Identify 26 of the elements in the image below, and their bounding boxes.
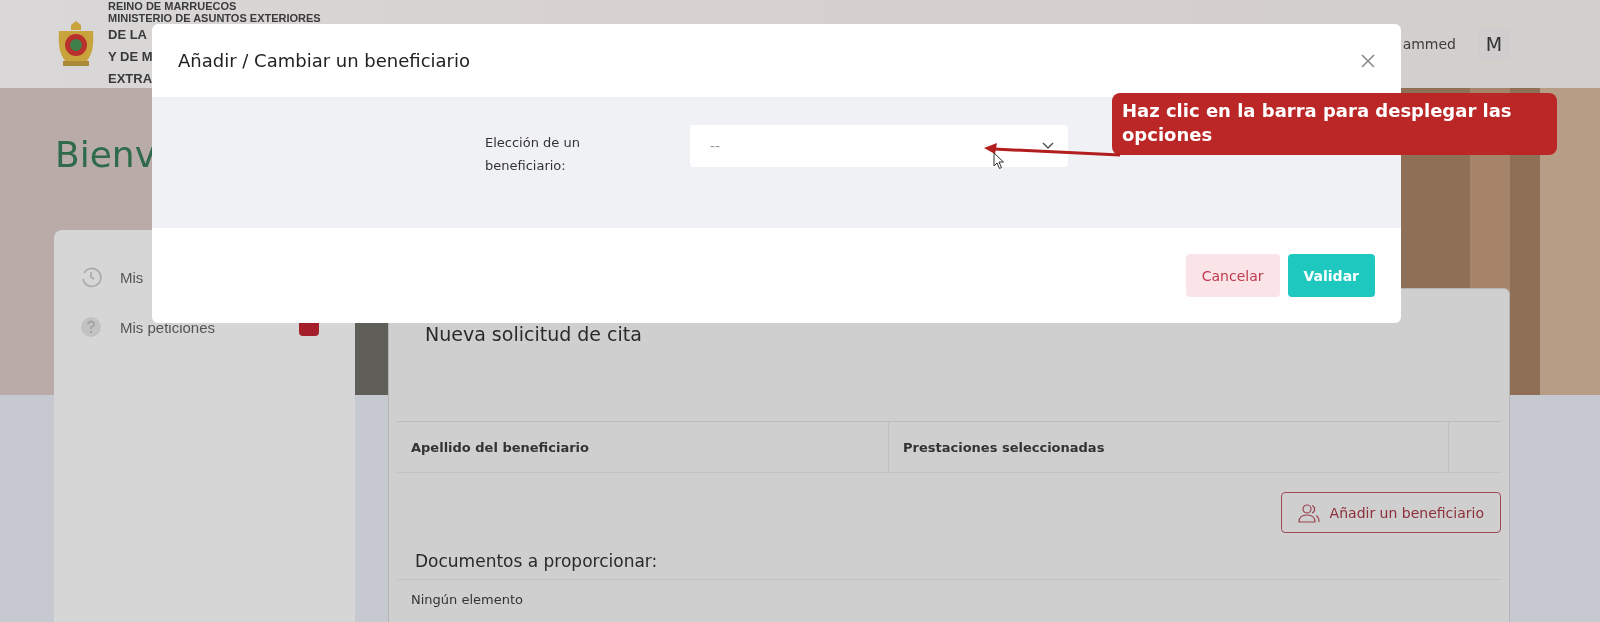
ministry-name-line: Y DE M [108, 48, 153, 66]
close-icon[interactable] [1361, 53, 1375, 68]
people-icon [1297, 502, 1320, 523]
ministry-name-line: EXTRA [108, 70, 153, 88]
mouse-pointer-icon [993, 152, 1005, 170]
help-icon [80, 316, 102, 338]
ministry-name-line: REINO DE MARRUECOS [108, 0, 237, 12]
annotation-callout: Haz clic en la barra para desplegar las opciones [1112, 93, 1557, 155]
empty-list-text: Ningún elemento [411, 592, 523, 607]
column-header: Prestaciones seleccionadas [889, 422, 1449, 472]
add-beneficiary-button[interactable]: Añadir un beneficiario [1280, 492, 1501, 533]
sidebar-item[interactable]: Mis [54, 252, 355, 302]
section-heading: Documentos a proporcionar: [415, 551, 659, 571]
user-avatar[interactable]: M [1478, 28, 1510, 60]
ministry-name-line: DE LA [108, 26, 147, 44]
clock-icon [80, 266, 102, 288]
column-header: Apellido del beneficiario [397, 422, 889, 472]
beneficiary-select[interactable]: -- [690, 125, 1068, 167]
ministry-name-line: MINISTERIO DE ASUNTOS EXTERIORES [108, 12, 321, 24]
dialog-title: Añadir / Cambiar un beneficiario [178, 50, 470, 71]
cancel-button[interactable]: Cancelar [1185, 254, 1280, 297]
user-name[interactable]: ammed [1402, 36, 1456, 52]
welcome-heading: Bienv [55, 134, 156, 175]
card-title: Nueva solicitud de cita [425, 323, 643, 345]
field-label: Elección de un beneficiario: [485, 134, 581, 175]
chevron-icon [1042, 142, 1054, 150]
